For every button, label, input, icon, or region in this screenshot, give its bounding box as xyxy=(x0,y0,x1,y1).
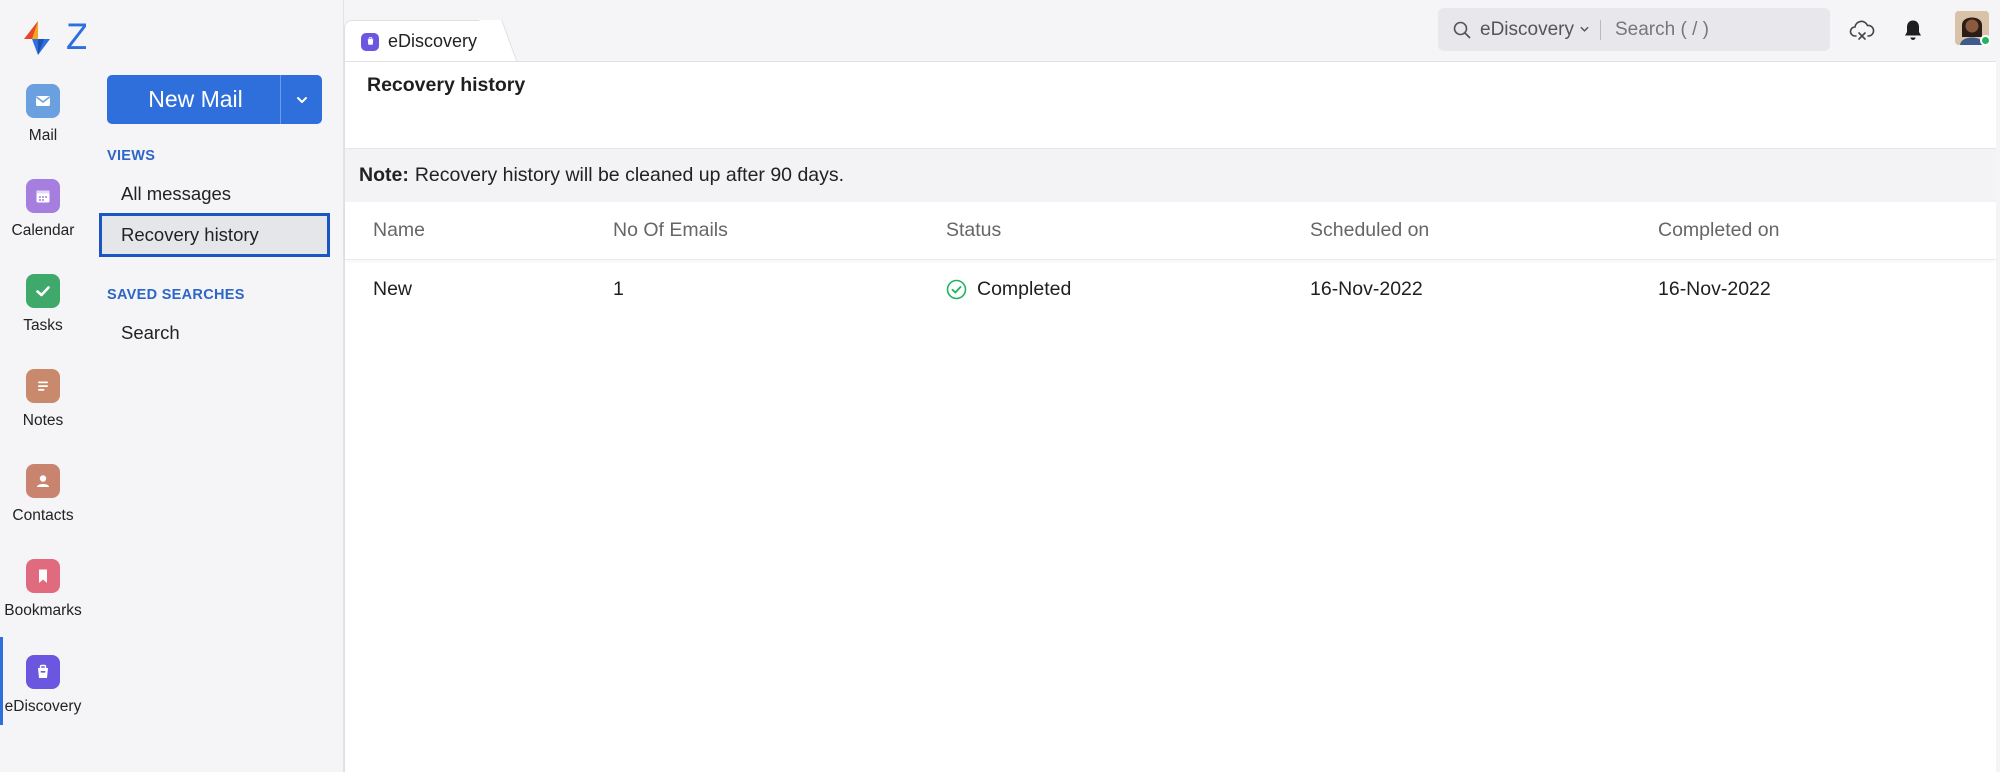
calendar-icon xyxy=(26,179,60,213)
views-heading: VIEWS xyxy=(107,148,156,164)
rail-item-tasks[interactable]: Tasks xyxy=(0,274,86,335)
row-scheduled-date: 16-Nov-2022 xyxy=(1310,277,1423,300)
page-title: Recovery history xyxy=(367,74,526,96)
ediscovery-icon xyxy=(26,655,60,689)
mail-icon xyxy=(26,84,60,118)
tab-label: eDiscovery xyxy=(388,31,478,51)
search-input[interactable] xyxy=(1614,18,1795,41)
table-row[interactable]: New 1 Completed 16-Nov-2022 16-Nov-2022 xyxy=(345,260,1996,318)
row-email-count: 1 xyxy=(613,277,624,300)
rail-label: Tasks xyxy=(23,317,63,334)
rail-label: Bookmarks xyxy=(4,602,82,619)
column-header-scheduled[interactable]: Scheduled on xyxy=(1310,219,1429,242)
rail-label: eDiscovery xyxy=(4,698,82,715)
search-scope-dropdown[interactable]: eDiscovery xyxy=(1480,19,1590,41)
status-text: Completed xyxy=(977,277,1072,300)
search-divider xyxy=(1599,19,1601,40)
zylker-logo-icon xyxy=(24,21,50,55)
app-rail: Zylker Mail Calendar Tasks Notes Contact… xyxy=(0,0,169,772)
row-status: Completed xyxy=(946,278,1071,301)
notifications-button[interactable] xyxy=(1899,16,1927,44)
rail-label: Calendar xyxy=(11,222,75,239)
rail-label: Contacts xyxy=(12,507,74,524)
rail-item-mail[interactable]: Mail xyxy=(0,84,86,145)
rail-item-ediscovery[interactable]: eDiscovery xyxy=(0,637,86,725)
row-name: New xyxy=(373,277,413,300)
bell-icon xyxy=(1905,20,1921,40)
rail-item-notes[interactable]: Notes xyxy=(0,369,86,430)
saved-searches-heading: SAVED SEARCHES xyxy=(107,287,245,303)
rail-item-contacts[interactable]: Contacts xyxy=(0,464,86,525)
nav-item-all-messages[interactable]: All messages xyxy=(99,172,330,216)
contacts-icon xyxy=(26,464,60,498)
tab-ediscovery[interactable]: eDiscovery xyxy=(344,20,499,62)
new-mail-button-group: New Mail xyxy=(107,75,322,124)
bookmark-icon xyxy=(26,559,60,593)
table-header: Name No Of Emails Status Scheduled on Co… xyxy=(345,202,1996,260)
column-header-completed[interactable]: Completed on xyxy=(1658,219,1779,242)
notes-icon xyxy=(26,369,60,403)
search-icon xyxy=(1453,21,1471,38)
cloud-sync-icon xyxy=(1849,20,1875,40)
saved-search-item[interactable]: Search xyxy=(99,311,330,355)
row-completed-date: 16-Nov-2022 xyxy=(1658,277,1771,300)
tasks-icon xyxy=(26,274,60,308)
new-mail-button[interactable]: New Mail xyxy=(107,75,280,124)
main-content: Recovery history Note: Recovery history … xyxy=(344,61,1996,772)
column-header-emails[interactable]: No Of Emails xyxy=(613,219,728,242)
nav-item-recovery-history[interactable]: Recovery history xyxy=(99,213,330,257)
online-status-indicator xyxy=(1980,35,1991,46)
column-header-status[interactable]: Status xyxy=(946,219,1001,242)
check-circle-icon xyxy=(946,279,967,299)
chevron-down-icon xyxy=(1580,26,1589,32)
retention-note: Note: Recovery history will be cleaned u… xyxy=(345,148,1996,202)
note-label: Note: xyxy=(359,164,409,186)
left-nav: New Mail VIEWS All messages Recovery his… xyxy=(86,0,344,772)
search-bar: eDiscovery xyxy=(1438,8,1830,51)
search-scope-label: eDiscovery xyxy=(1480,18,1574,40)
column-header-name[interactable]: Name xyxy=(373,219,425,242)
rail-item-calendar[interactable]: Calendar xyxy=(0,179,86,240)
rail-label: Notes xyxy=(22,412,64,429)
note-text: Recovery history will be cleaned up afte… xyxy=(414,164,845,186)
cloud-sync-button[interactable] xyxy=(1848,16,1876,44)
chevron-down-icon xyxy=(296,96,307,103)
ediscovery-icon xyxy=(361,32,379,51)
rail-label: Mail xyxy=(28,127,58,144)
new-mail-dropdown-button[interactable] xyxy=(280,75,322,124)
rail-item-bookmarks[interactable]: Bookmarks xyxy=(0,559,86,620)
